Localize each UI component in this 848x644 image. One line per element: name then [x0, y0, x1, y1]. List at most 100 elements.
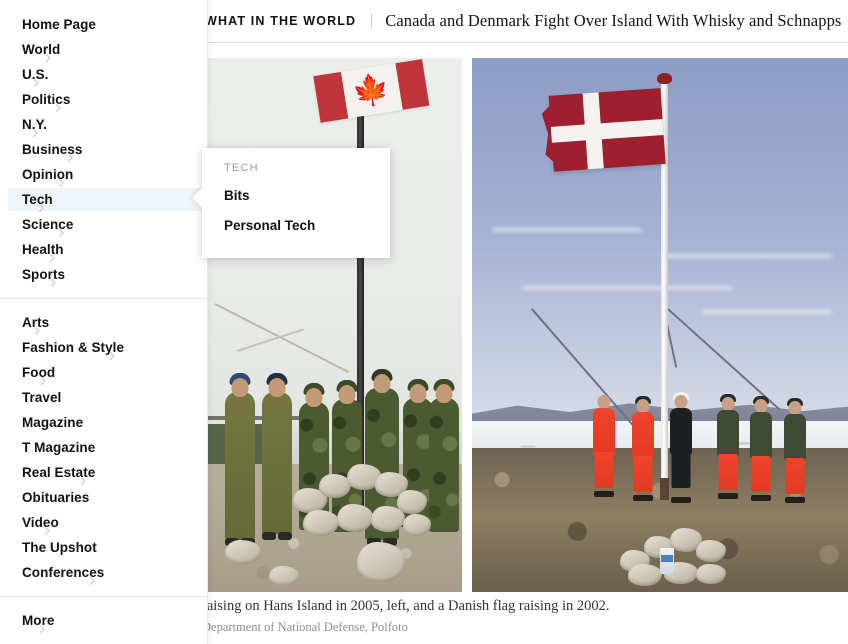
cloud: [662, 254, 832, 258]
person-torso: [717, 410, 739, 456]
person-figure: [784, 398, 806, 503]
chevron-right-icon: [57, 228, 66, 237]
sidebar-item-obituaries[interactable]: Obituaries: [0, 485, 207, 510]
sidebar-item-home-page[interactable]: Home Page: [0, 12, 207, 37]
person-figure: [717, 394, 739, 499]
chevron-right-icon: [108, 351, 117, 360]
chevron-right-icon: [57, 178, 66, 187]
person-head: [597, 395, 611, 409]
soldier-figure: [429, 379, 459, 532]
chevron-right-icon: [49, 278, 58, 287]
danish-cross-horizontal: [550, 119, 664, 143]
person-legs: [751, 456, 771, 492]
maple-leaf-icon: 🍁: [350, 71, 393, 110]
sidebar-item-label: T Magazine: [22, 439, 96, 455]
soldier-head: [268, 378, 286, 397]
sidebar-item-label: World: [22, 41, 61, 57]
sidebar-item-label: Health: [22, 241, 64, 257]
photo-credit: Department of National Defense, Polfoto: [202, 620, 408, 634]
submenu-item-personal-tech[interactable]: Personal Tech: [224, 218, 390, 233]
person-legs: [594, 452, 614, 488]
cloud: [492, 228, 642, 232]
person-head: [636, 399, 650, 413]
person-legs: [671, 452, 691, 488]
sidebar-divider-1: [0, 298, 207, 299]
sidebar-item-conferences[interactable]: Conferences: [0, 560, 207, 585]
sidebar-item-business[interactable]: Business: [0, 137, 207, 162]
rock: [269, 566, 299, 586]
cloud: [702, 310, 832, 314]
cloud: [522, 286, 732, 290]
person-boots: [594, 491, 614, 497]
sidebar-tertiary-list: More: [0, 608, 207, 633]
soldier-figure: [262, 373, 292, 540]
sidebar-item-world[interactable]: World: [0, 37, 207, 62]
sidebar-item-fashion-style[interactable]: Fashion & Style: [0, 335, 207, 360]
person-figure: [593, 395, 615, 497]
sidebar-item-food[interactable]: Food: [0, 360, 207, 385]
article-headline[interactable]: Canada and Denmark Fight Over Island Wit…: [385, 11, 841, 31]
sidebar-item-more[interactable]: More: [0, 608, 207, 633]
chevron-right-icon: [79, 476, 88, 485]
sidebar-primary-list: Home Page World U.S. Politics N.Y. Business Op…: [0, 12, 207, 287]
sidebar-item-the-upshot[interactable]: The Upshot: [0, 535, 207, 560]
sidebar-item-label: Sports: [22, 266, 66, 282]
sidebar-item-science[interactable]: Science: [0, 212, 207, 237]
sidebar-item-n-y[interactable]: N.Y.: [0, 112, 207, 137]
person-legs: [785, 458, 805, 494]
person-figure: [632, 396, 654, 501]
chevron-right-icon: [44, 53, 53, 62]
sidebar-item-video[interactable]: Video: [0, 510, 207, 535]
sidebar-item-label: Travel: [22, 389, 62, 405]
sidebar-secondary-list: Arts Fashion & Style Food Travel Magazine T M…: [0, 310, 207, 585]
sidebar-item-sports[interactable]: Sports: [0, 262, 207, 287]
soldier-head: [409, 384, 427, 403]
person-boots: [718, 493, 738, 499]
chevron-right-icon: [88, 576, 97, 585]
soldier-figure: [225, 373, 255, 546]
sidebar-item-real-estate[interactable]: Real Estate: [0, 460, 207, 485]
soldier-head: [231, 378, 249, 397]
sidebar-navigation-drawer: Home Page World U.S. Politics N.Y. Business Op…: [0, 0, 208, 644]
sidebar-item-label: Magazine: [22, 414, 84, 430]
rock: [403, 514, 431, 536]
sidebar-item-label: Video: [22, 514, 59, 530]
person-legs: [718, 454, 738, 490]
sidebar-item-travel[interactable]: Travel: [0, 385, 207, 410]
sidebar-item-politics[interactable]: Politics: [0, 87, 207, 112]
chevron-right-icon: [37, 203, 46, 212]
person-head: [721, 397, 735, 411]
sidebar-item-opinion[interactable]: Opinion: [0, 162, 207, 187]
person-boots: [633, 495, 653, 501]
right-photo-rock-cairn: [620, 522, 730, 586]
soldier-head: [338, 385, 356, 404]
rock: [225, 540, 261, 564]
person-head: [754, 399, 768, 413]
chevron-right-icon: [31, 128, 40, 137]
person-torso: [593, 408, 615, 454]
beverage-can: [660, 548, 674, 574]
chevron-right-icon: [33, 326, 42, 335]
kicker-separator: [371, 13, 373, 29]
person-boots: [785, 497, 805, 503]
sidebar-item-health[interactable]: Health: [0, 237, 207, 262]
chevron-right-icon: [43, 526, 52, 535]
sidebar-item-u-s[interactable]: U.S.: [0, 62, 207, 87]
person-boots: [671, 497, 691, 503]
person-torso: [632, 412, 654, 458]
submenu-items: Bits Personal Tech: [224, 189, 390, 232]
sidebar-item-tech[interactable]: Tech: [0, 187, 207, 212]
chevron-right-icon: [66, 153, 75, 162]
submenu-item-bits[interactable]: Bits: [224, 189, 390, 203]
danish-flag-icon: [549, 88, 666, 172]
sidebar-item-label: Home Page: [22, 16, 96, 32]
person-figure: [750, 396, 772, 501]
photo-row: 🍁: [207, 58, 848, 592]
submenu-section-title: TECH: [224, 162, 259, 174]
sidebar-item-arts[interactable]: Arts: [0, 310, 207, 335]
sidebar-item-t-magazine[interactable]: T Magazine: [0, 435, 207, 460]
sidebar-item-magazine[interactable]: Magazine: [0, 410, 207, 435]
rock: [696, 540, 726, 562]
sidebar-divider-2: [0, 596, 207, 597]
article-kicker[interactable]: WHAT IN THE WORLD: [205, 14, 356, 28]
